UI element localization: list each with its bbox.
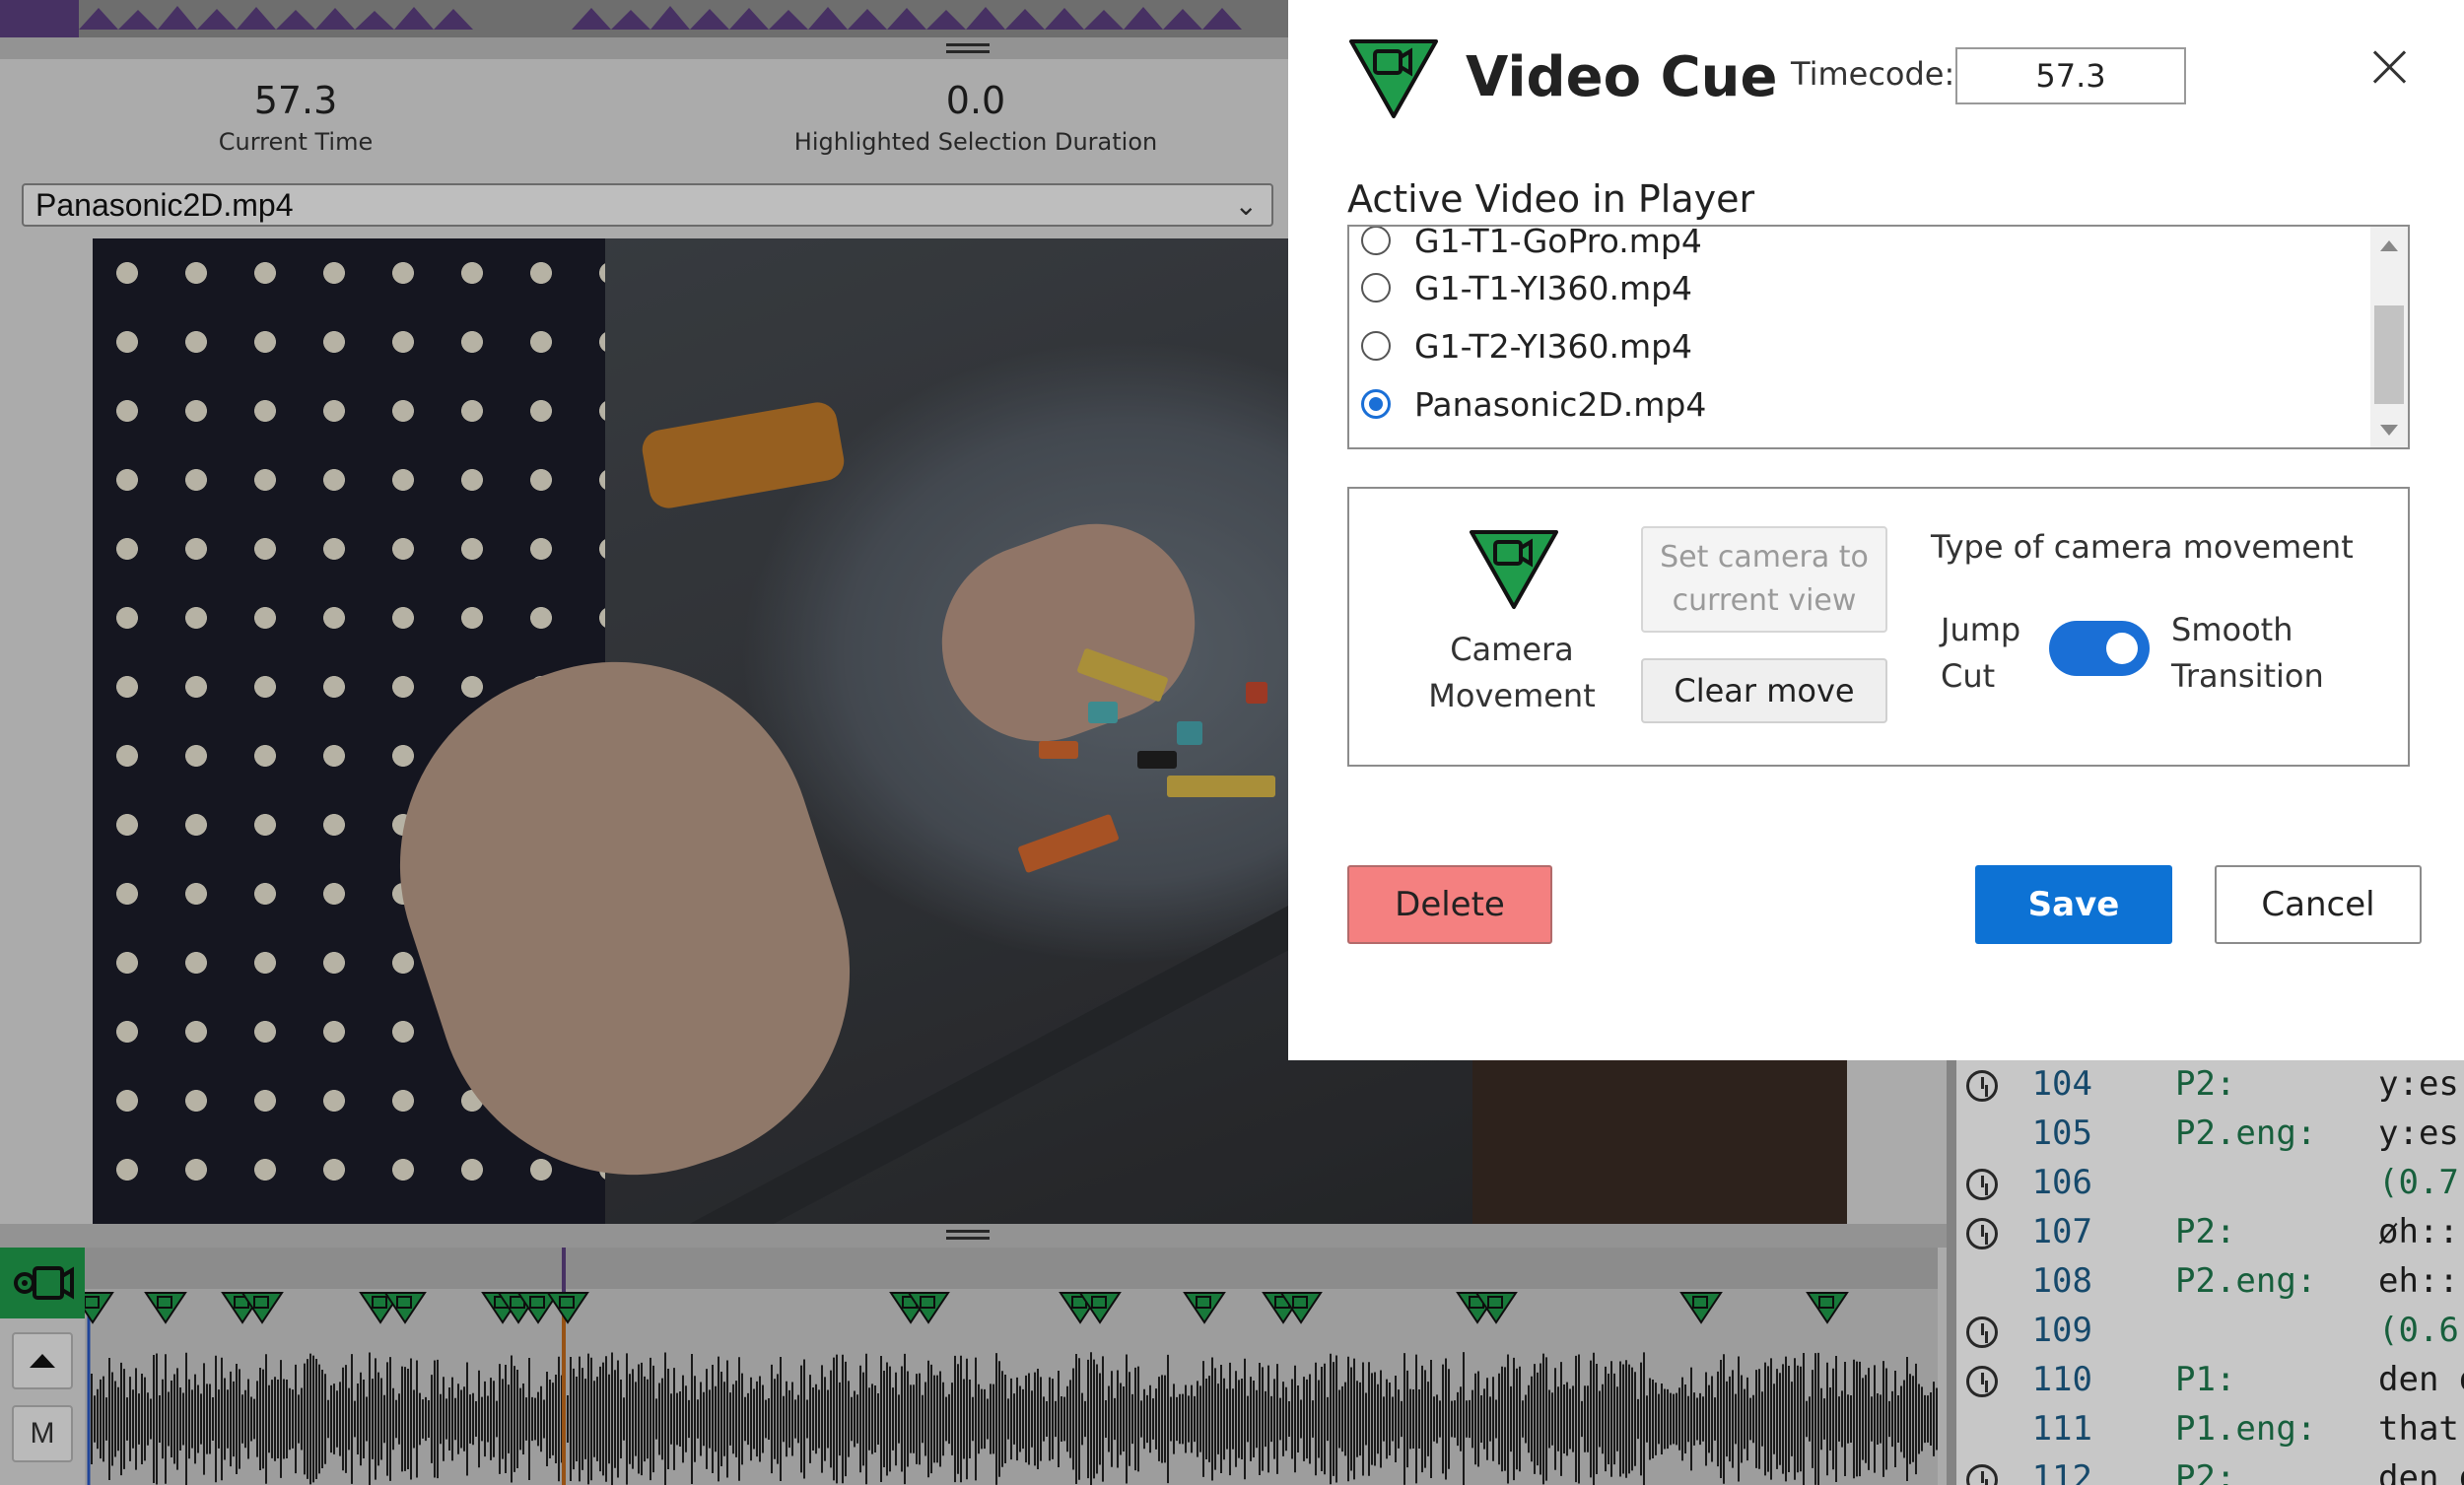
smooth-transition-label: Smooth Transition (2171, 611, 2324, 695)
video-cue-triangle-icon (1349, 39, 1438, 118)
video-option[interactable]: Panasonic2D.mp4 (1349, 376, 2374, 432)
camera-movement-icon (1470, 530, 1558, 609)
radio-button[interactable] (1361, 227, 1391, 255)
radio-button[interactable] (1361, 331, 1391, 361)
cancel-button[interactable]: Cancel (2215, 865, 2422, 944)
active-video-list[interactable]: G1-T1-GoPro.mp4 G1-T1-YI360.mp4 G1-T2-YI36… (1347, 225, 2410, 449)
save-button[interactable]: Save (1975, 865, 2172, 944)
video-option[interactable]: G1-T1-YI360.mp4 (1349, 260, 2374, 315)
active-video-label: Active Video in Player (1347, 177, 1755, 221)
video-option-label: G1-T1-GoPro.mp4 (1414, 225, 1702, 260)
movement-type-toggle[interactable] (2049, 621, 2150, 676)
toggle-knob (2106, 633, 2138, 664)
timecode-input[interactable]: 57.3 (1955, 47, 2186, 104)
scroll-down-icon[interactable] (2380, 425, 2398, 436)
jump-cut-label: Jump Cut (1941, 611, 2021, 695)
close-icon[interactable] (2368, 45, 2412, 89)
list-scrollbar[interactable] (2370, 227, 2408, 447)
video-cue-dialog: Video Cue Timecode: 57.3 Active Video in… (1288, 0, 2464, 1060)
clear-move-button[interactable]: Clear move (1641, 658, 1887, 723)
delete-button[interactable]: Delete (1347, 865, 1552, 944)
movement-type-label: Type of camera movement (1931, 528, 2354, 566)
radio-button[interactable] (1361, 273, 1391, 303)
timecode-label: Timecode: (1791, 55, 1955, 93)
camera-movement-label: Camera Movement (1428, 631, 1596, 714)
radio-button[interactable] (1361, 389, 1391, 419)
video-option-label: G1-T2-YI360.mp4 (1414, 326, 1693, 366)
scroll-thumb[interactable] (2374, 305, 2404, 404)
scroll-up-icon[interactable] (2380, 240, 2398, 251)
video-option-label: Panasonic2D.mp4 (1414, 384, 1707, 424)
set-camera-button[interactable]: Set camera to current view (1641, 526, 1887, 633)
camera-movement-panel: Camera Movement Set camera to current vi… (1347, 487, 2410, 767)
video-option-label: G1-T1-YI360.mp4 (1414, 268, 1693, 307)
video-option[interactable]: G1-T2-YI360.mp4 (1349, 318, 2374, 373)
dialog-title: Video Cue (1466, 45, 1778, 109)
